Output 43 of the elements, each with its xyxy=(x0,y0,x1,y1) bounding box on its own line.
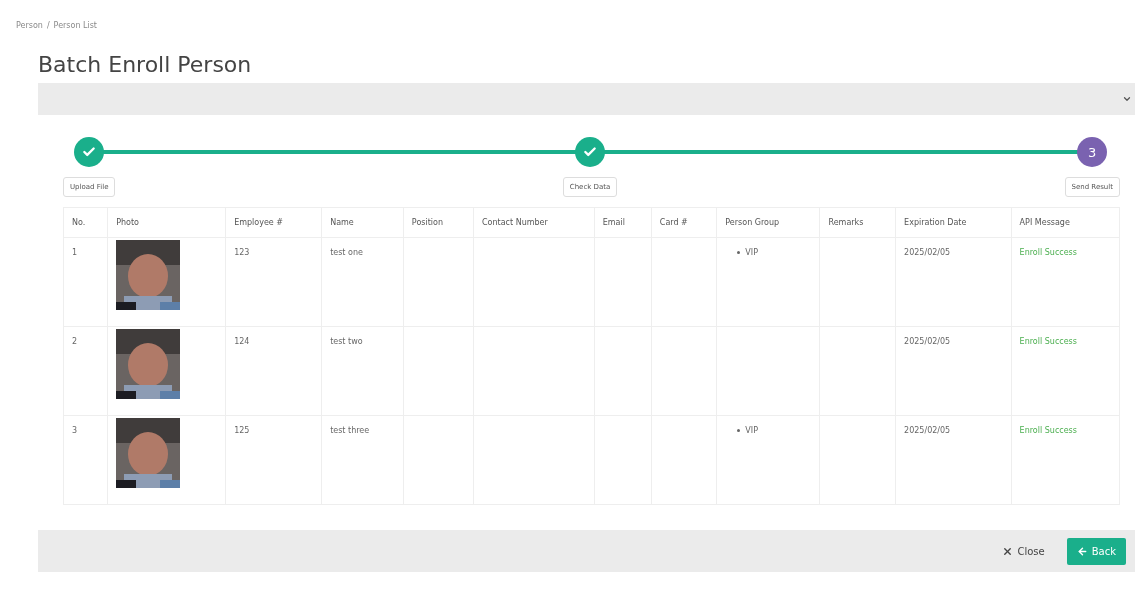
table-cell: 2 xyxy=(63,326,108,416)
page-title: Batch Enroll Person xyxy=(38,52,253,77)
collapse-bar[interactable] xyxy=(38,83,1135,115)
close-button[interactable]: Close xyxy=(992,537,1055,565)
table-cell: 2025/02/05 xyxy=(895,237,1012,327)
bullet-icon xyxy=(737,251,741,254)
column-header: Card # xyxy=(651,207,717,238)
column-header: Position xyxy=(403,207,474,238)
api-message: Enroll Success xyxy=(1019,337,1077,346)
check-icon xyxy=(82,145,97,159)
group-tag: VIP xyxy=(745,426,758,435)
breadcrumb-separator: / xyxy=(46,20,50,30)
close-icon xyxy=(1002,545,1014,557)
table-cell: test three xyxy=(321,415,404,505)
column-header: Email xyxy=(594,207,652,238)
column-header: Employee # xyxy=(225,207,322,238)
column-header: Person Group xyxy=(716,207,820,238)
step-indicator: 3 xyxy=(1077,137,1108,167)
column-header: No. xyxy=(63,207,108,238)
column-header: Remarks xyxy=(819,207,896,238)
table-cell: 123 xyxy=(225,237,322,327)
group-tag: VIP xyxy=(745,248,758,257)
arrow-left-icon xyxy=(1076,545,1088,557)
column-header: API Message xyxy=(1011,207,1120,238)
bullet-icon xyxy=(737,429,741,432)
table-cell: 2025/02/05 xyxy=(895,415,1012,505)
api-message: Enroll Success xyxy=(1019,248,1077,257)
table-cell: 3 xyxy=(63,415,108,505)
api-message: Enroll Success xyxy=(1019,426,1077,435)
table-cell: 1 xyxy=(63,237,108,327)
column-header: Name xyxy=(321,207,404,238)
breadcrumb-link[interactable]: Person xyxy=(16,20,43,30)
table-cell: test two xyxy=(321,326,404,416)
column-header: Expiration Date xyxy=(895,207,1012,238)
table-cell: 125 xyxy=(225,415,322,505)
table-cell: 2025/02/05 xyxy=(895,326,1012,416)
table-cell: 124 xyxy=(225,326,322,416)
column-header: Contact Number xyxy=(473,207,595,238)
chevron-down-icon xyxy=(1122,94,1132,104)
table-cell: test one xyxy=(321,237,404,327)
breadcrumb-link[interactable]: Person List xyxy=(53,20,97,30)
column-header: Photo xyxy=(107,207,226,238)
check-icon xyxy=(583,145,597,159)
